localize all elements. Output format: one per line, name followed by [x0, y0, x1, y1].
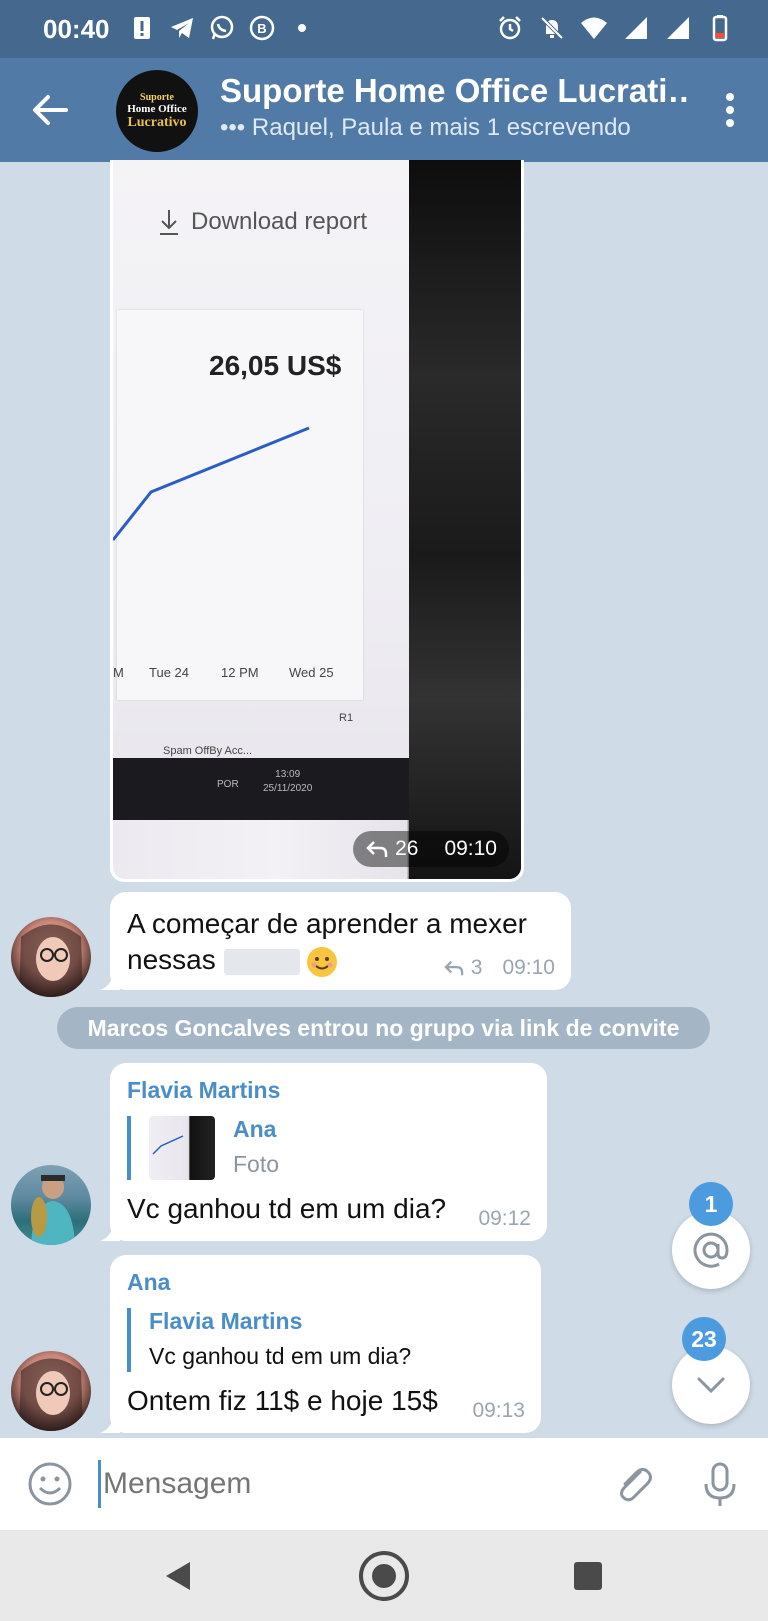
notification-icons: B	[128, 14, 316, 42]
whatsapp-icon	[210, 15, 234, 40]
message-time: 09:12	[478, 1207, 531, 1230]
typing-status: ••• Raquel, Paula e mais 1 escrevendo	[220, 114, 631, 142]
alert-icon	[134, 17, 150, 39]
message-meta: 09:13	[472, 1399, 525, 1423]
redacted-block	[223, 948, 300, 975]
photo-download-report: Download report	[157, 208, 367, 236]
message-time: 09:13	[472, 1399, 525, 1422]
attach-icon[interactable]	[610, 1460, 658, 1508]
sender-name[interactable]: Flavia Martins	[127, 1077, 280, 1104]
at-icon	[693, 1232, 729, 1268]
message-meta: 3 09:10	[443, 956, 555, 980]
message-input[interactable]	[98, 1460, 578, 1508]
reply-preview[interactable]: Ana Foto	[127, 1116, 527, 1180]
bubble-tail	[100, 1221, 120, 1241]
dot-icon	[298, 24, 306, 32]
avatar-line: Lucrativo	[127, 114, 187, 130]
b-app-icon: B	[249, 15, 275, 41]
forward-count-icon	[444, 960, 463, 976]
more-menu-icon[interactable]	[718, 88, 742, 132]
emoji-icon[interactable]	[26, 1460, 74, 1508]
reply-thumbnail-chart	[152, 1135, 184, 1155]
bubble-tail	[100, 970, 120, 990]
forward-count: 26	[395, 837, 419, 860]
reply-preview[interactable]: Flavia Martins Vc ganhou td em um dia?	[127, 1308, 521, 1372]
photo-meta: 26 09:10	[353, 831, 509, 867]
smile-emoji-icon	[307, 946, 338, 977]
signal-icon	[667, 17, 689, 39]
photo-axis-label: Wed 25	[289, 665, 334, 680]
photo-clock-date: 25/11/2020	[263, 783, 313, 794]
reply-text: Vc ganhou td em um dia?	[149, 1343, 412, 1369]
bubble-tail	[100, 1413, 120, 1433]
avatar-line: Home Office	[127, 102, 187, 115]
status-time: 00:40	[43, 14, 110, 44]
typing-dots-icon: •••	[220, 114, 246, 141]
typing-text: Raquel, Paula e mais 1 escrevendo	[251, 114, 631, 141]
photo-taskbar: POR 13:09 25/11/2020	[113, 758, 409, 820]
avatar[interactable]	[11, 1351, 91, 1431]
nav-recents-icon[interactable]	[560, 1548, 616, 1604]
group-avatar[interactable]: Suporte Home Office Lucrativo	[116, 70, 198, 152]
battery-icon	[712, 15, 728, 42]
reply-text: Foto	[233, 1151, 280, 1177]
status-bar: 00:40 B	[0, 0, 768, 58]
message-input-bar	[0, 1438, 768, 1530]
avatar[interactable]	[11, 917, 91, 997]
photo-clock: 13:09 25/11/2020	[263, 768, 312, 796]
message-time: 09:10	[444, 837, 497, 860]
back-arrow-icon[interactable]	[26, 86, 74, 134]
photo-lang: POR	[217, 779, 239, 790]
mentions-badge: 1	[689, 1182, 733, 1226]
forward-count-icon	[366, 841, 388, 857]
svg-text:B: B	[257, 21, 266, 36]
photo-axis-label: 12 PM	[221, 665, 259, 680]
photo-screen: Download report 26,05 US$ M Tue 24 12 PM…	[113, 160, 409, 820]
signal-icon	[625, 17, 647, 39]
unread-badge: 23	[682, 1317, 726, 1361]
message-time: 09:10	[502, 956, 555, 979]
mute-icon	[540, 16, 564, 40]
photo[interactable]: Download report 26,05 US$ M Tue 24 12 PM…	[113, 160, 521, 879]
photo-bottom-label: Spam OffBy Acc...	[163, 745, 253, 757]
reply-thumbnail	[149, 1116, 215, 1180]
microphone-icon[interactable]	[696, 1460, 744, 1508]
avatar-person-icon	[31, 1175, 75, 1245]
sender-name[interactable]: Ana	[127, 1269, 170, 1296]
photo-clock-time: 13:09	[275, 769, 301, 780]
chat-title[interactable]: Suporte Home Office Lucrati…	[220, 72, 690, 110]
photo-axis-label: M	[113, 665, 124, 680]
photo-line-chart	[113, 426, 310, 541]
message-bubble[interactable]: Ana Flavia Martins Vc ganhou td em um di…	[100, 1255, 541, 1433]
nav-back-icon[interactable]	[150, 1548, 206, 1604]
reply-name: Ana	[233, 1116, 277, 1142]
service-message: Marcos Goncalves entrou no grupo via lin…	[57, 1007, 710, 1049]
chevron-down-icon	[697, 1377, 725, 1394]
photo-dark-area	[409, 160, 521, 879]
chat-header[interactable]: Suporte Home Office Lucrativo Suporte Ho…	[0, 58, 768, 162]
nav-home-icon[interactable]	[356, 1548, 412, 1604]
message-text: Vc ganhou td em um dia?	[127, 1193, 447, 1224]
photo-amount: 26,05 US$	[209, 350, 342, 381]
photo-axis-label: Tue 24	[149, 665, 189, 680]
avatar[interactable]	[11, 1165, 91, 1245]
avatar-glasses-icon	[19, 1358, 83, 1431]
system-nav-bar	[0, 1530, 768, 1621]
message-meta: 09:12	[478, 1207, 531, 1231]
reply-name: Flavia Martins	[149, 1308, 303, 1334]
photo-text: Download report	[191, 208, 368, 235]
forward-count: 3	[470, 956, 483, 979]
alarm-icon	[499, 16, 521, 40]
telegram-icon	[171, 18, 193, 38]
photo-message[interactable]: Download report 26,05 US$ M Tue 24 12 PM…	[110, 160, 524, 882]
photo-r1-label: R1	[339, 712, 354, 724]
system-icons	[496, 14, 734, 42]
wifi-icon	[581, 17, 607, 39]
avatar-line: Suporte	[140, 91, 174, 103]
avatar-glasses-icon	[19, 924, 83, 997]
message-bubble[interactable]: A começar de aprender a mexer nessas 3 0…	[100, 892, 571, 990]
message-text: Ontem fiz 11$ e hoje 15$	[127, 1385, 438, 1416]
download-icon	[160, 210, 178, 235]
message-bubble[interactable]: Flavia Martins Ana Foto Vc ganhou td em …	[100, 1063, 547, 1241]
